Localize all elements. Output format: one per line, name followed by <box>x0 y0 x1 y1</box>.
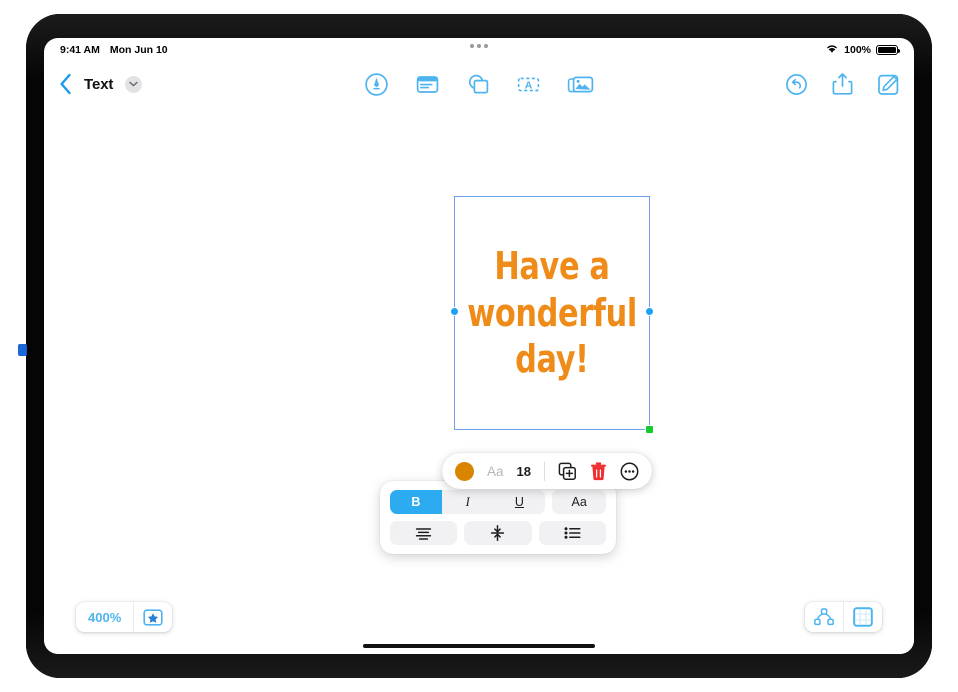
divider <box>543 461 545 481</box>
media-icon[interactable] <box>567 72 594 97</box>
text-line: Have a <box>494 244 610 289</box>
chevron-left-icon[interactable] <box>58 73 72 95</box>
selected-text-box[interactable]: Have a wonderful day! <box>450 196 654 434</box>
vertical-align-icon[interactable] <box>464 521 532 545</box>
nav-center-tools: A <box>364 72 594 97</box>
canvas-grid-icon[interactable] <box>844 607 882 627</box>
color-swatch-button[interactable] <box>455 461 474 481</box>
text-line: wonderful <box>467 290 637 335</box>
page-title: Text <box>84 75 114 93</box>
font-size-button[interactable]: 18 <box>517 464 531 479</box>
dot <box>484 44 488 48</box>
dot <box>470 44 474 48</box>
status-bar: 9:41 AM Mon Jun 10 100% <box>44 38 914 62</box>
bullet-list-icon[interactable] <box>538 521 606 545</box>
status-bar-left: 9:41 AM Mon Jun 10 <box>60 44 168 56</box>
status-bar-right: 100% <box>825 43 901 57</box>
wifi-icon <box>825 43 839 57</box>
resize-handle-right[interactable] <box>645 307 654 316</box>
share-icon[interactable] <box>832 72 853 96</box>
battery-percent: 100% <box>844 44 871 56</box>
compose-icon[interactable] <box>877 73 900 96</box>
format-pill-toolbar: Aa 18 <box>442 453 652 489</box>
canvas-area[interactable]: Have a wonderful day! Aa 18 B I U Aa 400… <box>44 106 914 654</box>
text-box-icon[interactable]: A <box>516 72 541 97</box>
nav-right-tools <box>785 72 900 96</box>
format-row-style: B I U Aa <box>390 490 606 514</box>
font-style-button[interactable]: Aa <box>552 490 606 514</box>
status-time: 9:41 AM <box>60 44 100 56</box>
left-edge-marker <box>18 344 27 356</box>
note-icon[interactable] <box>415 72 440 97</box>
duplicate-icon[interactable] <box>558 462 577 481</box>
zoom-level-label[interactable]: 400% <box>76 610 133 625</box>
resize-handle-left[interactable] <box>450 307 459 316</box>
underline-button[interactable]: U <box>493 490 546 514</box>
text-line: day! <box>515 337 589 382</box>
italic-button[interactable]: I <box>441 490 494 514</box>
device-frame: 9:41 AM Mon Jun 10 100% Text A Have a wo… <box>18 14 932 678</box>
resize-handle-bottom-right[interactable] <box>645 425 654 434</box>
node-connections-icon[interactable] <box>805 608 843 626</box>
status-date: Mon Jun 10 <box>109 44 168 56</box>
shapes-icon[interactable] <box>466 72 491 97</box>
format-row-layout <box>390 521 606 545</box>
style-segmented-control: B I U <box>390 490 546 514</box>
screen: 9:41 AM Mon Jun 10 100% Text A Have a wo… <box>44 38 914 654</box>
nav-bar: Text A <box>44 62 914 106</box>
nav-left-group: Text <box>58 73 143 95</box>
svg-text:A: A <box>525 79 533 91</box>
undo-icon[interactable] <box>785 73 808 96</box>
zoom-control: 400% <box>76 602 173 632</box>
bold-button[interactable]: B <box>390 490 442 514</box>
dot <box>477 44 481 48</box>
text-box-content[interactable]: Have a wonderful day! <box>455 197 649 429</box>
multitask-dots-icon[interactable] <box>468 44 490 48</box>
home-indicator[interactable] <box>363 644 595 648</box>
chevron-down-icon[interactable] <box>125 75 143 93</box>
battery-full-icon <box>876 44 901 56</box>
view-controls <box>805 602 882 632</box>
battery-fill <box>878 46 896 54</box>
more-circle-icon[interactable] <box>620 462 639 481</box>
star-box-icon[interactable] <box>134 608 172 626</box>
pen-markup-icon[interactable] <box>364 72 389 97</box>
text-format-panel: B I U Aa <box>380 481 616 554</box>
text-align-icon[interactable] <box>390 521 458 545</box>
trash-icon[interactable] <box>590 461 607 481</box>
font-name-button[interactable]: Aa <box>487 464 504 479</box>
